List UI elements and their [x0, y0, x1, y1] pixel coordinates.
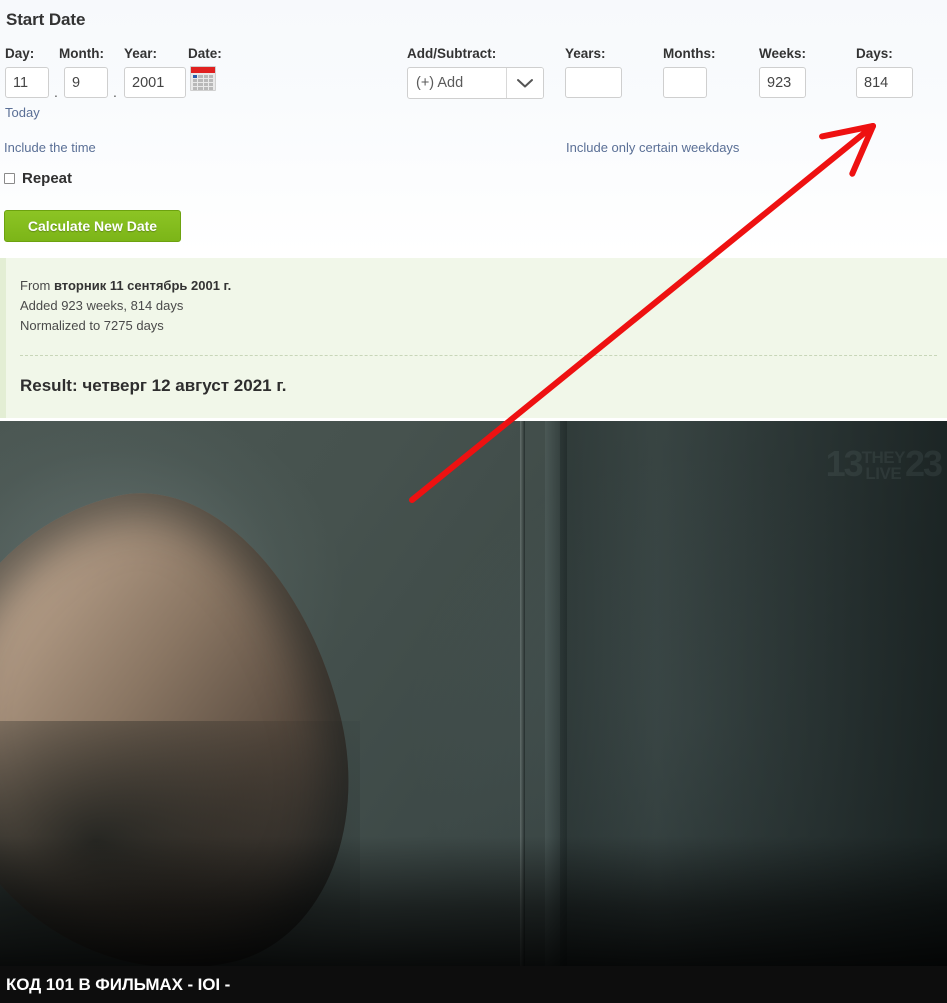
- calendar-icon[interactable]: [190, 66, 216, 91]
- controls-scrim: [0, 836, 947, 966]
- today-link[interactable]: Today: [5, 105, 40, 120]
- result-from-line: From вторник 11 сентябрь 2001 г.: [20, 276, 933, 296]
- repeat-checkbox[interactable]: [4, 173, 15, 184]
- result-added-line: Added 923 weeks, 814 days: [20, 298, 184, 313]
- page-root: Start Date Day: Month: Year: Date: Add/S…: [0, 0, 947, 1003]
- result-date: четверг 12 август 2021 г.: [82, 376, 287, 395]
- repeat-row[interactable]: Repeat: [4, 170, 72, 187]
- label-years: Years:: [565, 46, 606, 61]
- result-panel: From вторник 11 сентябрь 2001 г. Added 9…: [0, 258, 947, 418]
- result-divider: [20, 355, 937, 356]
- result-label: Result:: [20, 376, 83, 395]
- label-month: Month:: [59, 46, 104, 61]
- video-watermark: 13THEY LIVE 23: [825, 443, 943, 485]
- months-input[interactable]: [663, 67, 707, 98]
- repeat-label: Repeat: [22, 170, 73, 187]
- label-days: Days:: [856, 46, 893, 61]
- day-input[interactable]: [5, 67, 49, 98]
- label-months: Months:: [663, 46, 716, 61]
- calendar-icon-grid: [191, 73, 215, 92]
- calculate-new-date-button[interactable]: Calculate New Date: [4, 210, 181, 242]
- year-input[interactable]: [124, 67, 186, 98]
- video-title-bar: КОД 101 В ФИЛЬМАХ - IOI -: [0, 966, 947, 1003]
- add-subtract-select[interactable]: (+) Add: [407, 67, 544, 99]
- video-player[interactable]: 101 4 1 8 13THEYLIVE23 Смотреть (k): [0, 421, 947, 966]
- include-weekdays-link[interactable]: Include only certain weekdays: [566, 140, 739, 155]
- date-calculator-form: Start Date Day: Month: Year: Date: Add/S…: [0, 0, 947, 255]
- days-input[interactable]: [856, 67, 913, 98]
- chevron-down-icon[interactable]: [506, 68, 543, 98]
- separator-month-year: .: [113, 84, 117, 100]
- watermark-left: 13: [825, 443, 864, 484]
- label-weeks: Weeks:: [759, 46, 807, 61]
- separator-day-month: .: [54, 84, 58, 100]
- result-from-date: вторник 11 сентябрь 2001 г.: [53, 278, 232, 293]
- result-final-line: Result: четверг 12 август 2021 г.: [20, 376, 286, 396]
- result-normalized-line: Normalized to 7275 days: [20, 318, 164, 333]
- years-input[interactable]: [565, 67, 622, 98]
- label-date: Date:: [188, 46, 222, 61]
- label-day: Day:: [5, 46, 35, 61]
- watermark-middle: THEY LIVE: [862, 449, 906, 484]
- label-add-subtract: Add/Subtract:: [407, 46, 497, 61]
- page-title: Start Date: [6, 10, 86, 29]
- weeks-input[interactable]: [759, 67, 806, 98]
- label-year: Year:: [124, 46, 158, 61]
- video-title: КОД 101 В ФИЛЬМАХ - IOI -: [6, 974, 231, 994]
- result-from-prefix: From: [20, 278, 54, 293]
- add-subtract-selected-value: (+) Add: [416, 75, 464, 91]
- watermark-live: LIVE: [865, 464, 902, 484]
- watermark-right: 23: [904, 443, 943, 484]
- include-the-time-link[interactable]: Include the time: [4, 140, 96, 155]
- month-input[interactable]: [64, 67, 108, 98]
